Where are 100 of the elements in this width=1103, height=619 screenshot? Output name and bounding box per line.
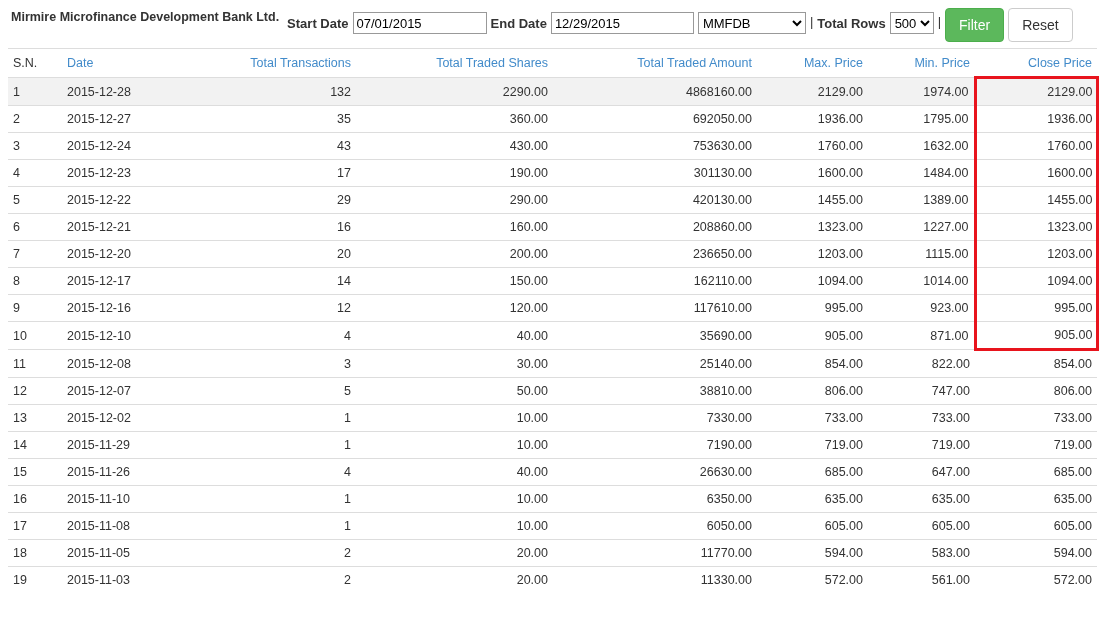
table-cell: 2129.00 xyxy=(757,77,868,106)
table-cell: 6350.00 xyxy=(553,485,757,513)
table-cell: 605.00 xyxy=(757,512,868,540)
highlighted-cell: 1600.00 xyxy=(975,159,1097,187)
table-cell: 822.00 xyxy=(868,349,975,378)
table-cell: 17 xyxy=(8,512,62,540)
table-cell: 18 xyxy=(8,539,62,567)
table-cell: 719.00 xyxy=(757,431,868,459)
column-header[interactable]: Min. Price xyxy=(868,49,975,78)
table-cell: 11770.00 xyxy=(553,539,757,567)
column-header[interactable]: Total Traded Amount xyxy=(553,49,757,78)
symbol-dropdown[interactable]: MMFDB xyxy=(697,12,806,34)
column-header[interactable]: Total Traded Shares xyxy=(356,49,553,78)
table-cell: 594.00 xyxy=(975,539,1097,567)
table-cell: 10.00 xyxy=(356,431,553,459)
highlighted-cell: 2129.00 xyxy=(975,77,1097,106)
table-cell: 200.00 xyxy=(356,240,553,268)
table-cell: 29 xyxy=(200,186,356,214)
table-cell: 35 xyxy=(200,105,356,133)
highlighted-cell: 1455.00 xyxy=(975,186,1097,214)
table-cell: 43 xyxy=(200,132,356,160)
table-cell: 40.00 xyxy=(356,458,553,486)
table-cell: 635.00 xyxy=(975,485,1097,513)
table-cell: 301130.00 xyxy=(553,159,757,187)
table-cell: 995.00 xyxy=(757,294,868,322)
table-cell: 38810.00 xyxy=(553,377,757,405)
table-cell: 4 xyxy=(8,159,62,187)
table-cell: 1115.00 xyxy=(868,240,975,268)
table-cell: 420130.00 xyxy=(553,186,757,214)
table-cell: 290.00 xyxy=(356,186,553,214)
table-cell: 583.00 xyxy=(868,539,975,567)
end-date-field[interactable]: 12/29/2015 xyxy=(550,12,694,34)
highlighted-cell: 1760.00 xyxy=(975,132,1097,160)
reset-button[interactable]: Reset xyxy=(1008,8,1073,42)
table-cell: 733.00 xyxy=(868,404,975,432)
table-cell: 1484.00 xyxy=(868,159,975,187)
table-cell: 1 xyxy=(200,512,356,540)
table-cell: 1632.00 xyxy=(868,132,975,160)
table-cell: 719.00 xyxy=(975,431,1097,459)
table-cell: 1323.00 xyxy=(757,213,868,241)
table-cell: 635.00 xyxy=(868,485,975,513)
table-cell: 11 xyxy=(8,349,62,378)
table-cell: 2015-12-10 xyxy=(62,321,200,350)
separator: | xyxy=(809,14,814,29)
table-cell: 6 xyxy=(8,213,62,241)
table-cell: 605.00 xyxy=(975,512,1097,540)
table-cell: 15 xyxy=(8,458,62,486)
table-cell: 1 xyxy=(200,404,356,432)
table-cell: 2015-12-23 xyxy=(62,159,200,187)
table-cell: 854.00 xyxy=(757,349,868,378)
filter-button[interactable]: Filter xyxy=(945,8,1005,42)
end-date-label: End Date xyxy=(490,16,547,31)
table-cell: 905.00 xyxy=(757,321,868,350)
table-cell: 30.00 xyxy=(356,349,553,378)
table-cell: 20.00 xyxy=(356,539,553,567)
table-cell: 1 xyxy=(200,485,356,513)
table-cell: 20 xyxy=(200,240,356,268)
table-cell: 1 xyxy=(200,431,356,459)
table-cell: 150.00 xyxy=(356,267,553,295)
table-cell: 160.00 xyxy=(356,213,553,241)
column-header[interactable]: Date xyxy=(62,49,200,78)
table-cell: 2015-12-17 xyxy=(62,267,200,295)
table-cell: 7190.00 xyxy=(553,431,757,459)
start-date-field[interactable]: 07/01/2015 xyxy=(352,12,487,34)
table-cell: 17 xyxy=(200,159,356,187)
column-header[interactable]: Max. Price xyxy=(757,49,868,78)
table-cell: 7 xyxy=(8,240,62,268)
table-cell: 2015-12-07 xyxy=(62,377,200,405)
table-cell: 635.00 xyxy=(757,485,868,513)
total-rows-label: Total Rows xyxy=(817,16,886,31)
table-cell: 7330.00 xyxy=(553,404,757,432)
table-cell: 132 xyxy=(200,77,356,106)
table-cell: 1094.00 xyxy=(757,267,868,295)
separator: | xyxy=(937,14,942,29)
table-cell: 50.00 xyxy=(356,377,553,405)
table-cell: 14 xyxy=(8,431,62,459)
table-cell: 9 xyxy=(8,294,62,322)
table-cell: 685.00 xyxy=(975,458,1097,486)
table-cell: 733.00 xyxy=(757,404,868,432)
table-cell: 10.00 xyxy=(356,512,553,540)
table-cell: 236650.00 xyxy=(553,240,757,268)
table-cell: 162110.00 xyxy=(553,267,757,295)
highlighted-cell: 905.00 xyxy=(975,321,1097,350)
highlighted-cell: 1323.00 xyxy=(975,213,1097,241)
table-cell: 10 xyxy=(8,321,62,350)
bank-title: Mirmire Microfinance Development Bank Ltd. xyxy=(11,10,280,24)
start-date-label: Start Date xyxy=(287,16,349,31)
table-cell: 208860.00 xyxy=(553,213,757,241)
table-cell: 6050.00 xyxy=(553,512,757,540)
column-header[interactable]: Total Transactions xyxy=(200,49,356,78)
table-cell: 3 xyxy=(8,132,62,160)
table-cell: 5 xyxy=(8,186,62,214)
rows-dropdown[interactable]: 500 xyxy=(889,12,934,34)
table-cell: 692050.00 xyxy=(553,105,757,133)
table-cell: 1760.00 xyxy=(757,132,868,160)
table-cell: 13 xyxy=(8,404,62,432)
table-cell: 4 xyxy=(200,321,356,350)
table-cell: 25140.00 xyxy=(553,349,757,378)
table-cell: 2015-12-27 xyxy=(62,105,200,133)
table-cell: 2015-12-08 xyxy=(62,349,200,378)
